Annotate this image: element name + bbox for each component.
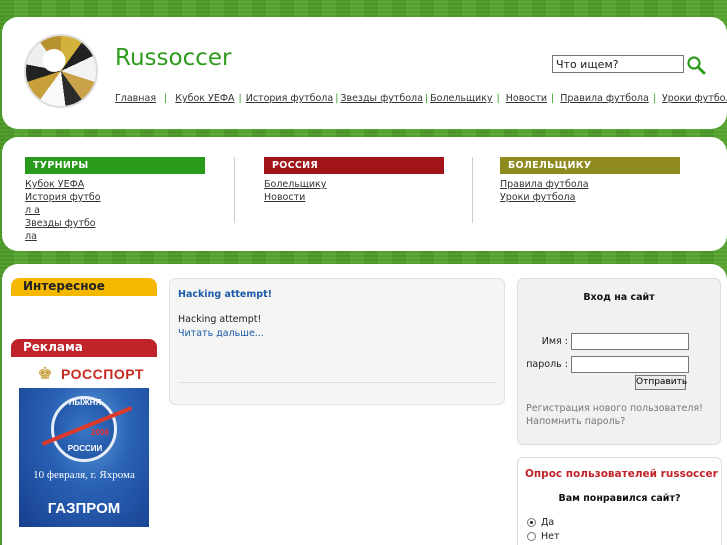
radio-selected-icon[interactable] bbox=[527, 518, 536, 527]
category-bar: ТУРНИРЫ Кубок УЕФА История футбол а Звез… bbox=[2, 137, 727, 251]
soccer-ball-logo[interactable] bbox=[24, 34, 98, 108]
column-divider bbox=[234, 157, 235, 223]
poll-option-yes[interactable]: Да bbox=[527, 517, 554, 528]
radio-icon[interactable] bbox=[527, 532, 536, 541]
banner-arc-top: ЛЫЖНЯ bbox=[68, 398, 102, 407]
nav-separator: | bbox=[335, 93, 339, 104]
nav-link-football-stars[interactable]: Звезды футбола bbox=[340, 93, 423, 104]
category-links: Кубок УЕФА История футбол а Звезды футбо… bbox=[25, 178, 101, 243]
username-input[interactable] bbox=[571, 333, 689, 350]
nav-link-news[interactable]: Новости bbox=[506, 93, 547, 104]
poll-option-no[interactable]: Нет bbox=[527, 531, 560, 542]
nav-separator: | bbox=[164, 93, 168, 104]
nav-link-home[interactable]: Главная bbox=[115, 93, 156, 104]
divider bbox=[178, 382, 496, 383]
category-link[interactable]: Звезды футбола bbox=[25, 217, 101, 243]
nav-link-football-lessons[interactable]: Уроки футбола bbox=[662, 93, 727, 104]
main-content: Интересное Реклама ♚ РОССПОРТ ЛЫЖНЯ 2008… bbox=[2, 264, 727, 545]
category-link[interactable]: Кубок УЕФА bbox=[25, 178, 101, 191]
ads-tab[interactable]: Реклама bbox=[11, 339, 157, 357]
read-more-link[interactable]: Читать дальше... bbox=[178, 328, 264, 339]
article-body: Hacking attempt! bbox=[178, 314, 262, 325]
nav-separator: | bbox=[424, 93, 429, 104]
nav-link-uefa-cup[interactable]: Кубок УЕФА bbox=[175, 93, 234, 104]
category-heading[interactable]: ТУРНИРЫ bbox=[25, 157, 205, 174]
article-card: Hacking attempt! Hacking attempt! Читать… bbox=[169, 278, 505, 405]
banner-header: ♚ РОССПОРТ bbox=[19, 360, 149, 388]
interesting-tab[interactable]: Интересное bbox=[11, 278, 157, 296]
category-link[interactable]: Правила футбола bbox=[500, 178, 620, 191]
category-link[interactable]: Болельщику bbox=[264, 178, 340, 191]
category-link[interactable]: Уроки футбола bbox=[500, 191, 620, 204]
password-input[interactable] bbox=[571, 356, 689, 373]
category-tournaments: ТУРНИРЫ Кубок УЕФА История футбол а Звез… bbox=[25, 157, 205, 243]
category-links: Болельщику Новости bbox=[264, 178, 340, 204]
poll-option-label: Нет bbox=[541, 531, 560, 542]
login-box: Вход на сайт Имя : пароль : Отправить Ре… bbox=[517, 278, 721, 445]
poll-question: Вам понравился сайт? bbox=[558, 493, 681, 504]
nav-separator: | bbox=[496, 93, 500, 104]
banner-sponsor: ГАЗПРОМ bbox=[47, 500, 121, 517]
banner-image: ЛЫЖНЯ 2008 РОССИИ 10 февраля, г. Яхрома … bbox=[19, 388, 149, 527]
search-icon[interactable] bbox=[686, 55, 706, 75]
category-link[interactable]: История футбол а bbox=[25, 191, 101, 217]
search-input[interactable] bbox=[552, 55, 684, 73]
category-link[interactable]: Новости bbox=[264, 191, 340, 204]
eagle-emblem-icon: ♚ bbox=[37, 364, 53, 384]
forgot-password-link[interactable]: Напомнить пароль? bbox=[526, 416, 625, 427]
nav-link-football-history[interactable]: История футбола bbox=[246, 93, 333, 104]
nav-link-fans[interactable]: Болельщику bbox=[430, 93, 492, 104]
article-title[interactable]: Hacking attempt! bbox=[178, 289, 272, 300]
banner-date: 10 февраля, г. Яхрома bbox=[33, 469, 135, 481]
banner-brand: РОССПОРТ bbox=[61, 366, 144, 382]
category-heading[interactable]: БОЛЕЛЬЩИКУ bbox=[500, 157, 680, 174]
category-russia: РОССИЯ Болельщику Новости bbox=[264, 157, 444, 204]
nav-link-football-rules[interactable]: Правила футбола bbox=[560, 93, 649, 104]
top-navigation: Главная | Кубок УЕФА | История футбола | Звезд… bbox=[115, 93, 727, 104]
site-title[interactable]: Russoccer bbox=[115, 45, 231, 71]
nav-separator: | bbox=[238, 93, 242, 104]
nav-separator: | bbox=[551, 93, 555, 104]
login-title: Вход на сайт bbox=[583, 292, 655, 303]
poll-option-label: Да bbox=[541, 517, 555, 528]
banner-year: 2008 bbox=[91, 428, 109, 437]
username-label: Имя : bbox=[541, 336, 568, 347]
poll-title: Опрос пользователей russoccer bbox=[525, 468, 718, 480]
category-fans: БОЛЕЛЬЩИКУ Правила футбола Уроки футбола bbox=[500, 157, 680, 204]
category-links: Правила футбола Уроки футбола bbox=[500, 178, 620, 204]
login-submit-button[interactable]: Отправить bbox=[635, 375, 687, 390]
column-divider bbox=[472, 157, 473, 223]
password-label: пароль : bbox=[526, 359, 568, 370]
nav-separator: | bbox=[652, 93, 656, 104]
register-link[interactable]: Регистрация нового пользователя! bbox=[526, 403, 703, 414]
poll-box: Опрос пользователей russoccer Вам понрав… bbox=[517, 457, 722, 545]
ad-banner[interactable]: ♚ РОССПОРТ ЛЫЖНЯ 2008 РОССИИ 10 февраля,… bbox=[19, 360, 149, 527]
banner-arc-bottom: РОССИИ bbox=[67, 444, 103, 453]
category-heading[interactable]: РОССИЯ bbox=[264, 157, 444, 174]
site-header: Russoccer Главная|Кубок УЕФА|История фут… bbox=[2, 17, 727, 129]
